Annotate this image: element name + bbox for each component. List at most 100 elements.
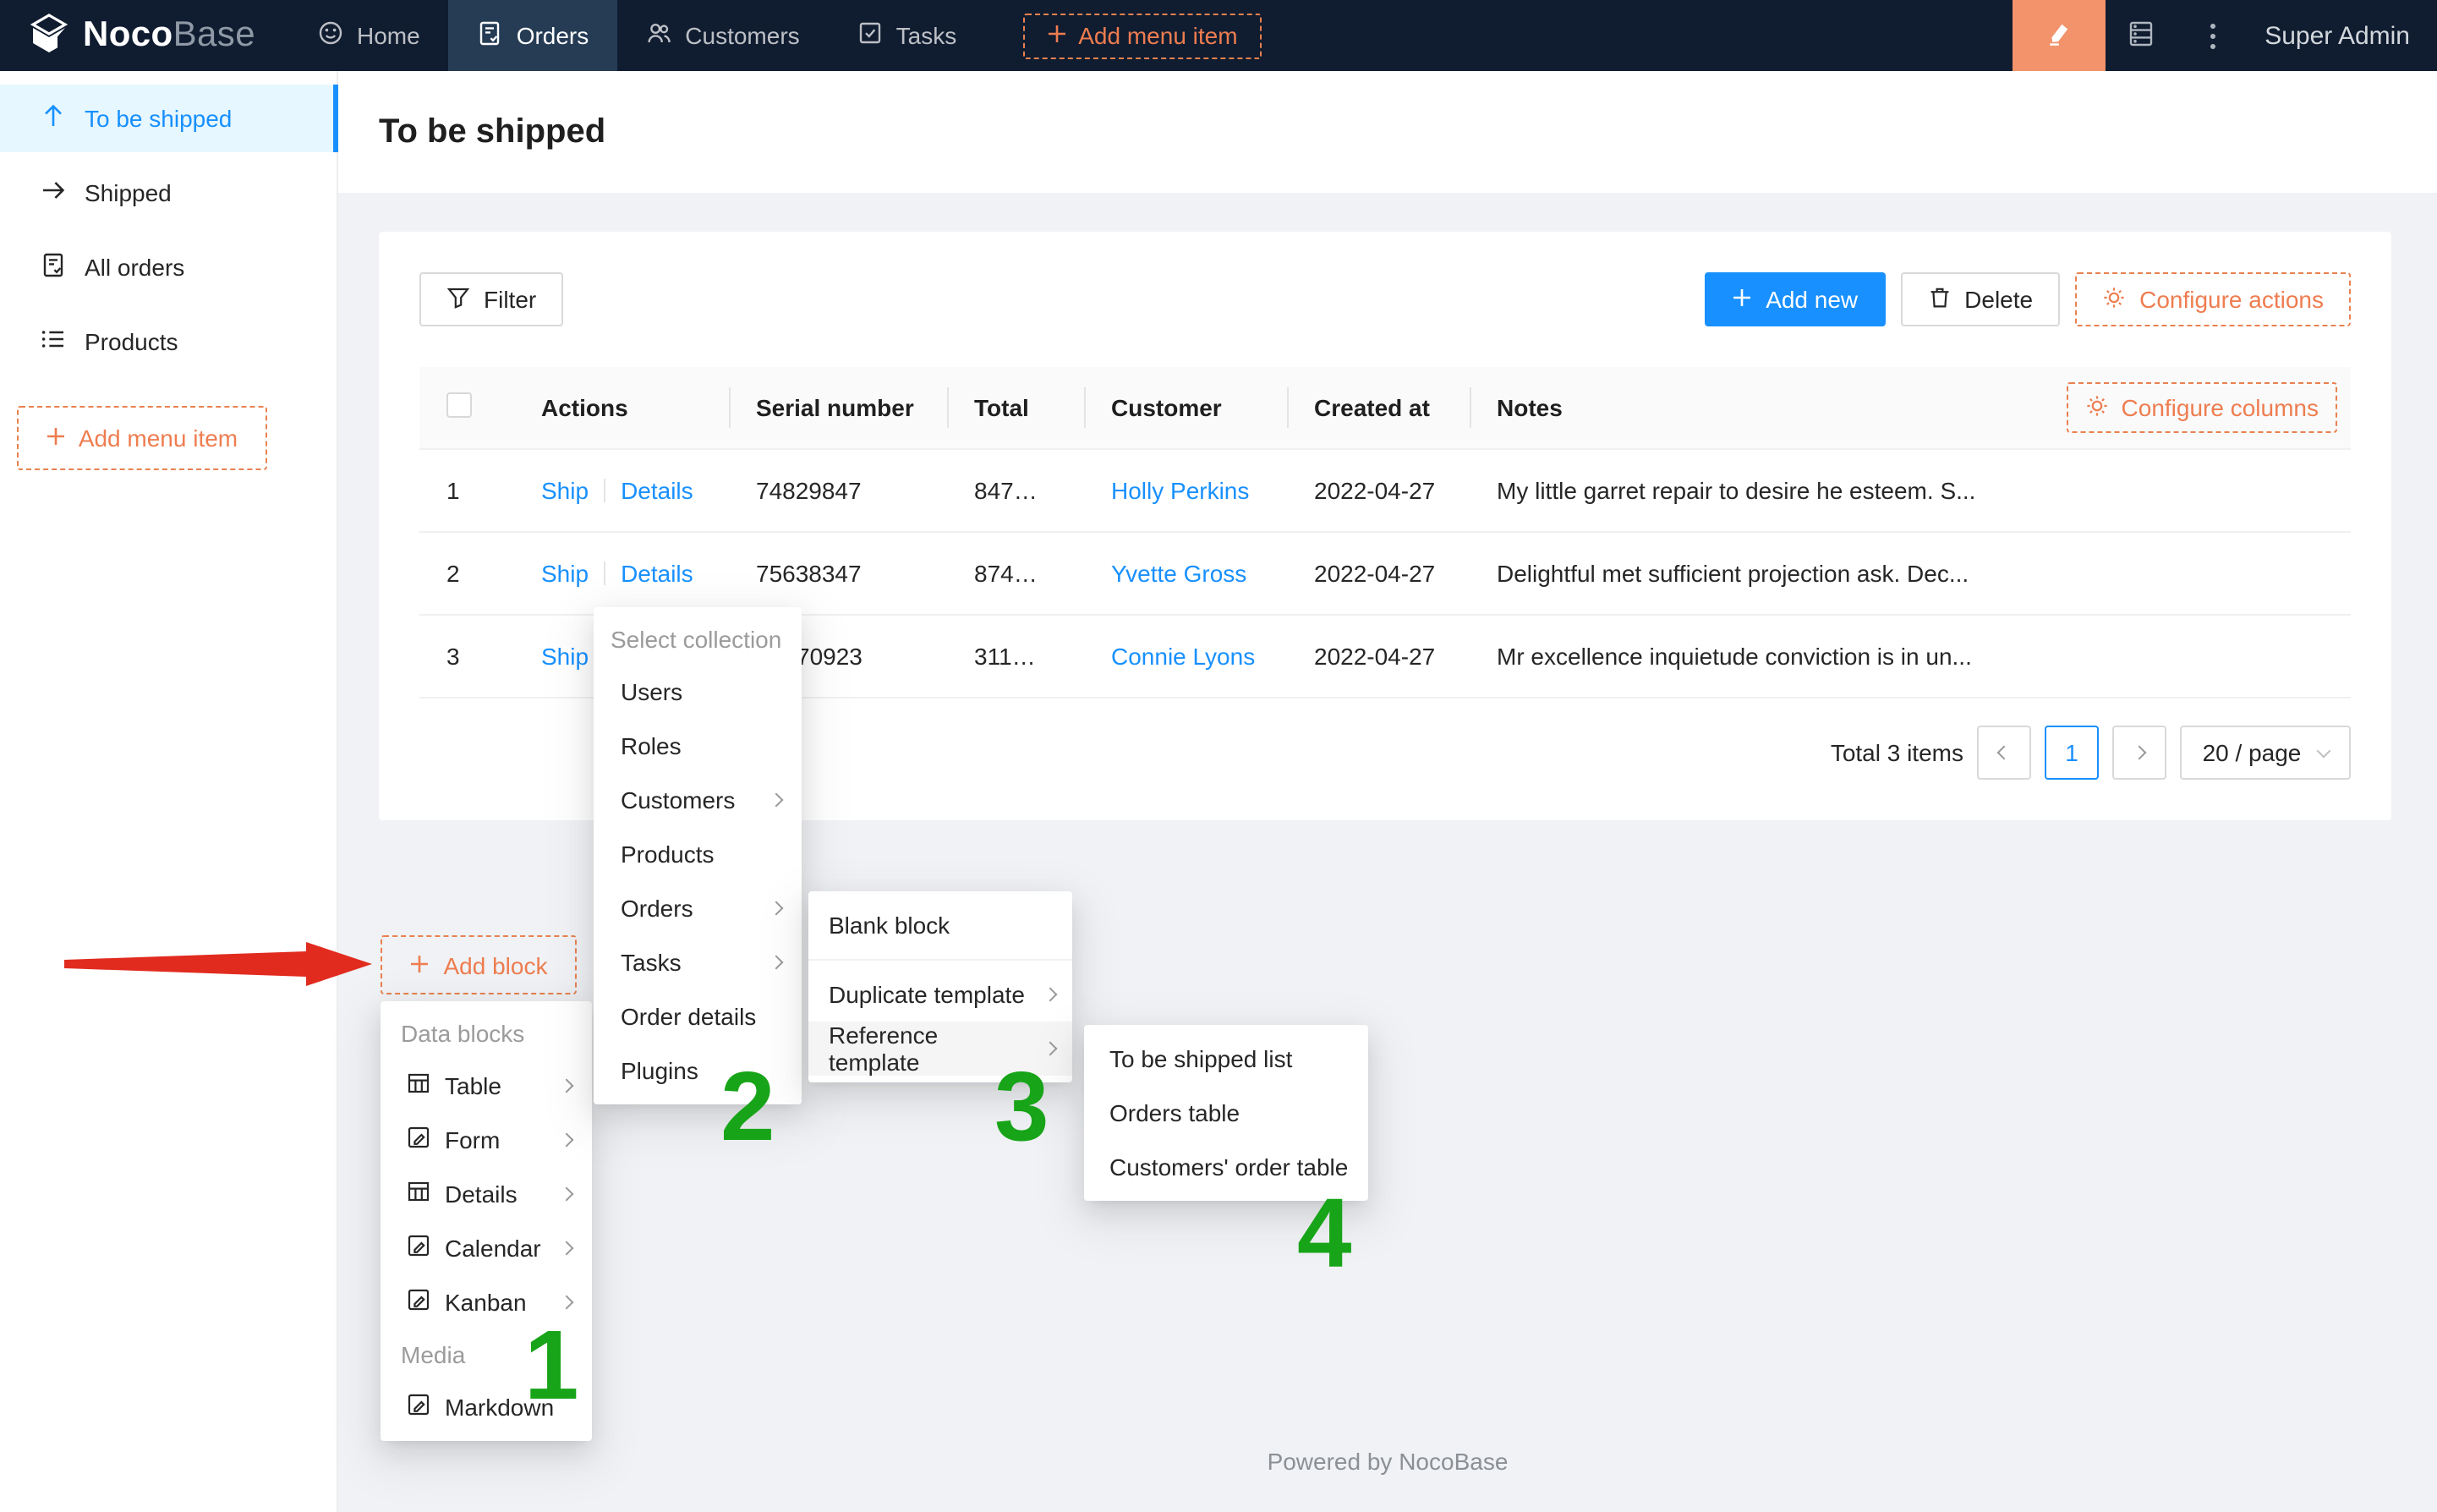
add-block-button[interactable]: Add block [381, 935, 577, 994]
sidebar-item-label: Shipped [85, 179, 172, 206]
add-menu-item-sidebar-button[interactable]: Add menu item [17, 406, 267, 470]
ship-link[interactable]: Ship [541, 560, 589, 587]
row-index: 2 [419, 532, 514, 615]
select-all-checkbox[interactable] [446, 392, 472, 418]
configure-actions-button[interactable]: Configure actions [2075, 272, 2351, 326]
plus-icon [410, 951, 430, 978]
menu-item-duplicate-template[interactable]: Duplicate template [808, 967, 1072, 1022]
menu-item-label: Orders [621, 895, 756, 922]
nav-item-customers[interactable]: Customers [617, 0, 828, 71]
form-icon [408, 1235, 430, 1262]
total-cell: 8473.00 [947, 449, 1084, 532]
nav-item-orders[interactable]: Orders [449, 0, 618, 71]
pagination-page-1[interactable]: 1 [2045, 726, 2099, 780]
ship-link[interactable]: Ship [541, 643, 589, 670]
table-icon [408, 1181, 430, 1208]
menu-item-label: Form [445, 1126, 546, 1153]
details-link[interactable]: Details [621, 560, 693, 587]
arrow-up-icon [41, 103, 66, 134]
page-header: To be shipped [338, 71, 2437, 193]
created-at-cell: 2022-04-27 [1287, 532, 1470, 615]
page-size-value: 20 / page [2203, 739, 2302, 766]
table-row: 2 ShipDetails 75638347 874.00 Yvette Gro… [419, 532, 2351, 615]
menu-item-customers[interactable]: Customers [594, 773, 802, 827]
menu-item-label: Calendar [445, 1235, 546, 1262]
sidebar-item-label: All orders [85, 254, 184, 281]
customer-link[interactable]: Yvette Gross [1111, 560, 1246, 587]
total-cell: 311.00 [947, 615, 1084, 698]
configure-columns-button[interactable]: Configure columns [2067, 382, 2337, 433]
menu-divider [808, 959, 1072, 961]
serial-number-cell: 75638347 [729, 532, 947, 615]
action-divider [604, 479, 605, 502]
menu-item-orders-table[interactable]: Orders table [1084, 1086, 1368, 1140]
plugin-manager-button[interactable] [2106, 0, 2177, 71]
chevron-down-icon [2316, 743, 2330, 758]
submenu-arrow-icon [769, 793, 784, 808]
brand-text: NocoBase [83, 15, 255, 56]
add-menu-item-top-button[interactable]: Add menu item [1022, 13, 1261, 58]
step-annotation-3: 3 [994, 1059, 1049, 1157]
form-icon [408, 1394, 430, 1421]
ui-editor-toggle-button[interactable] [2013, 0, 2106, 71]
menu-item-calendar[interactable]: Calendar [381, 1221, 592, 1275]
column-header-serial-number: Serial number [729, 367, 947, 449]
menu-item-orders[interactable]: Orders [594, 881, 802, 935]
sidebar-item-products[interactable]: Products [0, 308, 337, 375]
filter-icon [446, 285, 470, 314]
submenu-arrow-icon [769, 956, 784, 970]
sidebar-item-shipped[interactable]: Shipped [0, 159, 337, 227]
row-index: 1 [419, 449, 514, 532]
menu-header: Select collection [594, 614, 802, 665]
menu-item-to-be-shipped-list[interactable]: To be shipped list [1084, 1032, 1368, 1086]
column-header-created-at: Created at [1287, 367, 1470, 449]
pagination-prev-button[interactable] [1977, 726, 2031, 780]
action-divider [604, 562, 605, 585]
nocobase-logo[interactable]: NocoBase [0, 0, 289, 71]
current-user[interactable]: Super Admin [2248, 21, 2437, 50]
submenu-arrow-icon [769, 901, 784, 916]
sidebar-item-label: Products [85, 328, 178, 355]
nav-item-label: Home [357, 22, 420, 49]
menu-item-table[interactable]: Table [381, 1059, 592, 1113]
plus-icon [1046, 22, 1066, 49]
step-annotation-1: 1 [524, 1318, 579, 1416]
details-link[interactable]: Details [621, 477, 693, 504]
more-menu-button[interactable] [2177, 0, 2248, 71]
reference-template-menu: To be shipped list Orders table Customer… [1084, 1025, 1368, 1201]
menu-item-blank-block[interactable]: Blank block [808, 898, 1072, 952]
arrow-right-icon [41, 178, 66, 208]
menu-item-label: Products [621, 841, 781, 868]
ship-link[interactable]: Ship [541, 477, 589, 504]
menu-item-roles[interactable]: Roles [594, 719, 802, 773]
add-new-button[interactable]: Add new [1705, 272, 1885, 326]
plus-icon [47, 425, 67, 452]
notes-cell: My little garret repair to desire he est… [1470, 449, 2021, 532]
nav-item-tasks[interactable]: Tasks [829, 0, 986, 71]
chevron-right-icon [2133, 746, 2147, 760]
sidebar-item-to-be-shipped[interactable]: To be shipped [0, 85, 337, 152]
file-done-icon [41, 252, 66, 282]
nav-item-home[interactable]: Home [289, 0, 449, 71]
notes-cell: Delightful met sufficient projection ask… [1470, 532, 2021, 615]
column-header-total: Total [947, 367, 1084, 449]
customer-link[interactable]: Holly Perkins [1111, 477, 1249, 504]
menu-item-details[interactable]: Details [381, 1167, 592, 1221]
menu-group-header: Data blocks [381, 1008, 592, 1059]
page-size-select[interactable]: 20 / page [2180, 726, 2351, 780]
plus-icon [1732, 286, 1752, 313]
pagination-next-button[interactable] [2112, 726, 2166, 780]
menu-item-products[interactable]: Products [594, 827, 802, 881]
sidebar-item-all-orders[interactable]: All orders [0, 233, 337, 301]
filter-button[interactable]: Filter [419, 272, 563, 326]
delete-button[interactable]: Delete [1900, 272, 2060, 326]
menu-item-tasks[interactable]: Tasks [594, 935, 802, 989]
submenu-arrow-icon [560, 1133, 574, 1148]
add-block-label: Add block [444, 951, 548, 978]
customer-link[interactable]: Connie Lyons [1111, 643, 1255, 670]
menu-item-users[interactable]: Users [594, 665, 802, 719]
menu-item-order-details[interactable]: Order details [594, 989, 802, 1044]
menu-item-form[interactable]: Form [381, 1113, 592, 1167]
configure-actions-label: Configure actions [2139, 286, 2324, 313]
column-header-actions: Actions [514, 367, 729, 449]
